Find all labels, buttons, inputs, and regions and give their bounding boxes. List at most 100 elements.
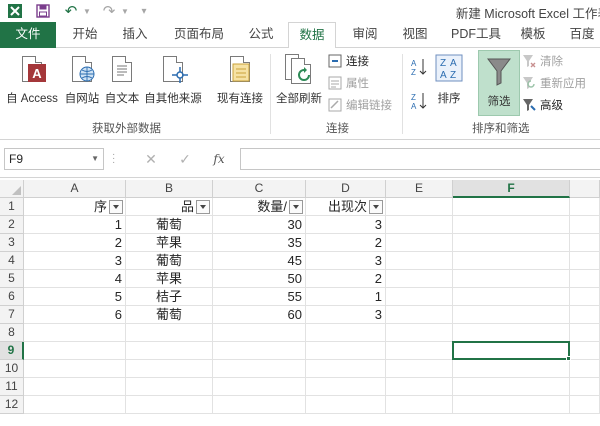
cell[interactable] <box>386 216 453 234</box>
tab-formulas[interactable]: 公式 <box>242 22 280 48</box>
cell[interactable] <box>213 396 306 414</box>
column-header-e[interactable]: E <box>386 180 453 198</box>
cell[interactable] <box>453 234 570 252</box>
cell[interactable] <box>126 396 213 414</box>
from-access-button[interactable]: A 自 Access <box>4 52 60 110</box>
cell[interactable] <box>126 342 213 360</box>
data-cell[interactable]: 45 <box>213 252 306 270</box>
cell[interactable] <box>570 198 600 216</box>
cell[interactable] <box>24 396 126 414</box>
data-cell[interactable]: 2 <box>24 234 126 252</box>
cell[interactable] <box>453 270 570 288</box>
tab-data[interactable]: 数据 <box>288 22 336 49</box>
row-header-10[interactable]: 10 <box>0 360 24 378</box>
data-cell[interactable]: 葡萄 <box>126 306 213 324</box>
cell[interactable] <box>213 360 306 378</box>
header-cell[interactable]: 出现次 <box>306 198 386 216</box>
redo-icon[interactable]: ↷ <box>100 3 118 20</box>
formula-bar-grip-icon[interactable]: · · · <box>112 150 116 168</box>
cell[interactable] <box>570 252 600 270</box>
customize-toolbar-icon[interactable]: ▾ <box>138 3 150 19</box>
connections-button[interactable]: 连接 <box>328 52 369 70</box>
advanced-filter-button[interactable]: 高级 <box>522 96 563 114</box>
row-header-12[interactable]: 12 <box>0 396 24 414</box>
data-cell[interactable]: 4 <box>24 270 126 288</box>
cell[interactable] <box>213 342 306 360</box>
cell[interactable] <box>570 360 600 378</box>
row-header-9[interactable]: 9 <box>0 342 24 360</box>
cell[interactable] <box>306 396 386 414</box>
data-cell[interactable]: 3 <box>306 252 386 270</box>
cell[interactable] <box>570 378 600 396</box>
select-all-corner[interactable] <box>0 180 24 198</box>
data-cell[interactable]: 2 <box>306 270 386 288</box>
cell[interactable] <box>213 324 306 342</box>
existing-connections-button[interactable]: 现有连接 <box>214 52 266 110</box>
tab-home[interactable]: 开始 <box>66 22 104 48</box>
cell[interactable] <box>570 270 600 288</box>
cell[interactable] <box>386 252 453 270</box>
cell[interactable] <box>24 324 126 342</box>
data-cell[interactable]: 3 <box>306 216 386 234</box>
data-cell[interactable]: 苹果 <box>126 234 213 252</box>
save-icon[interactable] <box>34 3 52 19</box>
cell[interactable] <box>453 342 570 360</box>
column-header-d[interactable]: D <box>306 180 386 198</box>
data-cell[interactable]: 1 <box>306 288 386 306</box>
worksheet-grid[interactable]: A B C D E F 1 序品数量/出现次 2 1 葡萄 30 3 3 2 苹果 35 2 4 3 葡萄 45 3 5 4 苹果… <box>0 180 600 426</box>
header-cell[interactable]: 数量/ <box>213 198 306 216</box>
undo-icon[interactable]: ↶ <box>62 3 80 20</box>
data-cell[interactable]: 桔子 <box>126 288 213 306</box>
row-header-11[interactable]: 11 <box>0 378 24 396</box>
cell[interactable] <box>570 306 600 324</box>
filter-dropdown-icon[interactable] <box>369 200 383 214</box>
cell[interactable] <box>386 306 453 324</box>
cell[interactable] <box>453 252 570 270</box>
data-cell[interactable]: 1 <box>24 216 126 234</box>
cell[interactable] <box>24 342 126 360</box>
data-cell[interactable]: 50 <box>213 270 306 288</box>
cell[interactable] <box>453 288 570 306</box>
tab-page-layout[interactable]: 页面布局 <box>168 22 230 48</box>
cell[interactable] <box>570 216 600 234</box>
tab-review[interactable]: 审阅 <box>346 22 384 48</box>
data-cell[interactable]: 60 <box>213 306 306 324</box>
cell[interactable] <box>386 324 453 342</box>
row-header-6[interactable]: 6 <box>0 288 24 306</box>
row-header-3[interactable]: 3 <box>0 234 24 252</box>
cell[interactable] <box>570 324 600 342</box>
redo-dropdown-icon[interactable]: ▼ <box>120 3 130 19</box>
from-text-button[interactable]: 自文本 <box>102 52 142 110</box>
sort-descending-button[interactable]: ZA <box>410 90 432 112</box>
cell[interactable] <box>453 324 570 342</box>
cell[interactable] <box>453 216 570 234</box>
data-cell[interactable]: 苹果 <box>126 270 213 288</box>
column-header-a[interactable]: A <box>24 180 126 198</box>
row-header-8[interactable]: 8 <box>0 324 24 342</box>
row-header-1[interactable]: 1 <box>0 198 24 216</box>
cell[interactable] <box>126 360 213 378</box>
filter-dropdown-icon[interactable] <box>109 200 123 214</box>
cell[interactable] <box>306 324 386 342</box>
column-header-f[interactable]: F <box>453 180 570 198</box>
column-header-c[interactable]: C <box>213 180 306 198</box>
data-cell[interactable]: 3 <box>306 306 386 324</box>
filter-button[interactable]: 筛选 <box>478 50 520 116</box>
cell[interactable] <box>306 378 386 396</box>
cell[interactable] <box>126 324 213 342</box>
column-header-b[interactable]: B <box>126 180 213 198</box>
insert-function-icon[interactable]: fx <box>208 149 230 169</box>
cell[interactable] <box>213 378 306 396</box>
cell[interactable] <box>126 378 213 396</box>
name-box-dropdown-icon[interactable]: ▼ <box>91 149 99 169</box>
from-other-sources-button[interactable]: 自其他来源 <box>142 52 204 110</box>
refresh-all-button[interactable]: 全部刷新 <box>274 52 324 110</box>
cell[interactable] <box>386 342 453 360</box>
undo-dropdown-icon[interactable]: ▼ <box>82 3 92 19</box>
data-cell[interactable]: 葡萄 <box>126 216 213 234</box>
row-header-2[interactable]: 2 <box>0 216 24 234</box>
row-header-5[interactable]: 5 <box>0 270 24 288</box>
filter-dropdown-icon[interactable] <box>196 200 210 214</box>
fill-handle[interactable] <box>566 356 571 361</box>
data-cell[interactable]: 30 <box>213 216 306 234</box>
